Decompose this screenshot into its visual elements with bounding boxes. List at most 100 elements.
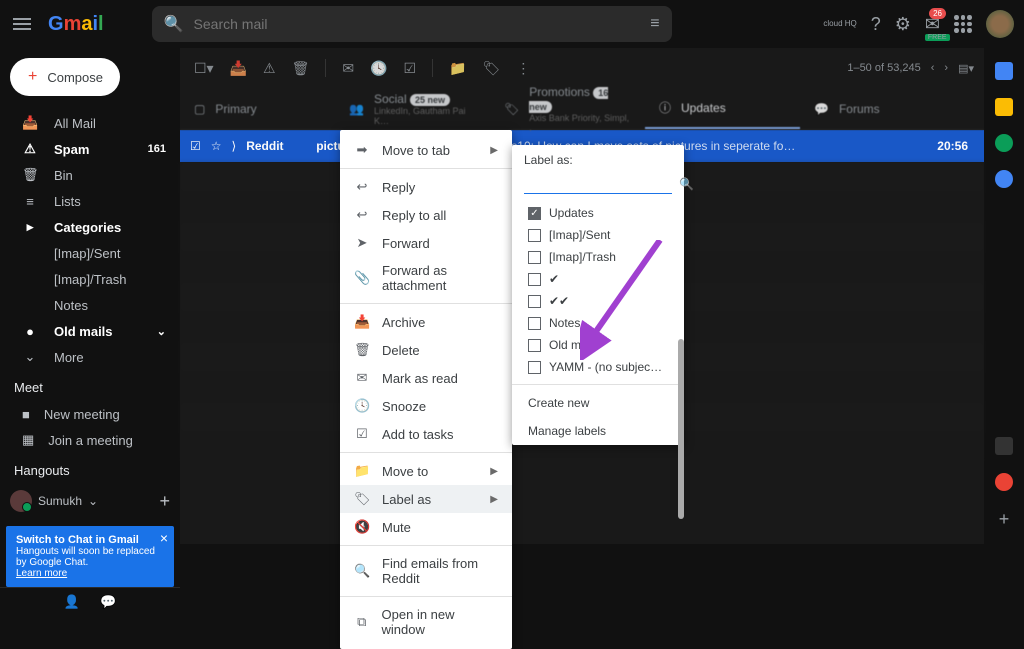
rail-icon-5[interactable] (995, 437, 1013, 455)
density-icon[interactable]: ▤▾ (958, 62, 974, 75)
help-icon[interactable]: ? (871, 14, 881, 35)
context-item[interactable]: 🔇Mute (340, 513, 512, 541)
sidebar-item[interactable]: 📥All Mail (0, 110, 180, 136)
person-icon[interactable]: 👤 (64, 594, 80, 610)
context-item[interactable]: ➡Move to tab▶ (340, 136, 512, 164)
label-icon[interactable]: 🏷 (479, 56, 505, 81)
cloudhq-icon[interactable]: cloud HQ (823, 20, 856, 28)
sidebar-item[interactable]: ≡Lists (0, 188, 180, 214)
label-search-input[interactable] (524, 177, 679, 191)
hangouts-user[interactable]: Sumukh ⌄ + (10, 490, 170, 512)
meet-item[interactable]: ■New meeting (0, 401, 180, 427)
tab[interactable]: 👥Social 25 newLinkedIn, Gautham Pai K… (335, 88, 490, 129)
context-icon: ⧉ (354, 614, 370, 630)
delete-icon[interactable]: 🗑 (288, 56, 314, 81)
checkbox-icon[interactable] (528, 339, 541, 352)
tasks-icon[interactable]: ☑ (400, 56, 421, 81)
context-item[interactable]: 📥Archive (340, 308, 512, 336)
settings-icon[interactable]: ⚙ (895, 14, 911, 35)
create-label[interactable]: Create new (512, 389, 684, 417)
menu-icon[interactable] (10, 12, 34, 36)
context-item[interactable]: ↩Reply (340, 173, 512, 201)
context-item[interactable]: 📁Move to▶ (340, 457, 512, 485)
checkbox-icon[interactable] (528, 317, 541, 330)
calendar-icon[interactable] (995, 62, 1013, 80)
mark-read-icon[interactable]: ✉ (338, 56, 358, 81)
label-item[interactable]: ✔ (512, 268, 684, 290)
scrollbar[interactable] (678, 339, 684, 519)
tab[interactable]: ⓘUpdates (645, 88, 800, 129)
avatar[interactable] (986, 10, 1014, 38)
chat-icon[interactable]: 💬 (100, 594, 116, 610)
rail-icon-6[interactable] (995, 473, 1013, 491)
sender: Reddit (246, 139, 306, 153)
label-item[interactable]: [Imap]/Trash (512, 246, 684, 268)
search-input[interactable] (194, 16, 651, 32)
sidebar-item[interactable]: [Imap]/Trash (0, 266, 180, 292)
context-item[interactable]: 🔍Find emails from Reddit (340, 550, 512, 592)
header: Gmail 🔍 ≡ cloud HQ ? ⚙ ✉26FREE (0, 0, 1024, 48)
contacts-icon[interactable] (995, 170, 1013, 188)
meet-item[interactable]: ▦Join a meeting (0, 427, 180, 453)
context-item[interactable]: 📎Forward as attachment (340, 257, 512, 299)
gmail-logo[interactable]: Gmail (48, 13, 104, 36)
sidebar-item[interactable]: 🗑Bin (0, 162, 180, 188)
more-icon[interactable]: ⋮ (512, 56, 534, 81)
context-item[interactable]: 🗑Delete (340, 336, 512, 364)
banner-title: Switch to Chat in Gmail (16, 534, 139, 546)
hangouts-add[interactable]: + (159, 491, 170, 512)
star-icon[interactable]: ☆ (211, 139, 222, 153)
compose-button[interactable]: + Compose (10, 58, 120, 96)
tab[interactable]: 🏷Promotions 16 newAxis Bank Priority, Si… (490, 88, 645, 129)
notification-icon[interactable]: ✉26FREE (925, 14, 940, 35)
sidebar-item[interactable]: ▸Categories (0, 214, 180, 240)
context-item[interactable]: 🏷Label as▶ (340, 485, 512, 513)
apps-icon[interactable] (954, 15, 972, 33)
select-all[interactable]: ☐▾ (190, 56, 218, 81)
snooze-icon[interactable]: 🕓 (366, 56, 391, 81)
move-icon[interactable]: 📁 (445, 56, 470, 81)
checkbox-icon[interactable] (528, 295, 541, 308)
label-item[interactable]: [Imap]/Sent (512, 224, 684, 246)
checkbox-icon[interactable]: ✓ (528, 207, 541, 220)
checkbox-icon[interactable] (528, 229, 541, 242)
sidebar-item[interactable]: Notes (0, 292, 180, 318)
label-item[interactable]: YAMM - (no subjec… (512, 356, 684, 378)
tab[interactable]: 💬Forums (800, 88, 955, 129)
context-item[interactable]: ☑Add to tasks (340, 420, 512, 448)
context-item[interactable]: 🕓Snooze (340, 392, 512, 420)
sidebar-item[interactable]: ⚠Spam161 (0, 136, 180, 162)
banner-link[interactable]: Learn more (16, 568, 67, 579)
context-item[interactable]: ↩Reply to all (340, 201, 512, 229)
meet-icon: ■ (22, 407, 30, 422)
important-icon[interactable]: ⟩ (232, 139, 237, 153)
label-search[interactable]: 🔍 (524, 175, 672, 194)
nav-label: Spam (54, 142, 89, 157)
sidebar-item[interactable]: [Imap]/Sent (0, 240, 180, 266)
keep-icon[interactable] (995, 98, 1013, 116)
checkbox-icon[interactable] (528, 273, 541, 286)
archive-icon[interactable]: 📥 (226, 56, 251, 81)
label-item[interactable]: Notes (512, 312, 684, 334)
tab[interactable]: ▢Primary (180, 88, 335, 129)
search-bar[interactable]: 🔍 ≡ (152, 6, 672, 42)
label-item[interactable]: ✓Updates (512, 202, 684, 224)
checkbox-icon[interactable] (528, 361, 541, 374)
context-item[interactable]: ➤Forward (340, 229, 512, 257)
label-item[interactable]: ✔✔ (512, 290, 684, 312)
prev-icon[interactable]: ‹ (931, 62, 935, 74)
context-item[interactable]: ✉Mark as read (340, 364, 512, 392)
add-rail-icon[interactable]: + (999, 509, 1010, 530)
chat-banner[interactable]: × Switch to Chat in Gmail Hangouts will … (6, 526, 174, 587)
checkbox-icon[interactable]: ☑ (190, 139, 201, 153)
label-item[interactable]: Old mails (512, 334, 684, 356)
spam-icon[interactable]: ⚠ (259, 56, 280, 81)
context-item[interactable]: ⧉Open in new window (340, 601, 512, 643)
tasks-rail-icon[interactable] (995, 134, 1013, 152)
checkbox-icon[interactable] (528, 251, 541, 264)
tune-icon[interactable]: ≡ (650, 15, 659, 33)
manage-labels[interactable]: Manage labels (512, 417, 684, 445)
sidebar-item[interactable]: ●Old mails⌄ (0, 318, 180, 344)
next-icon[interactable]: › (944, 62, 948, 74)
sidebar-item[interactable]: ⌄More (0, 344, 180, 370)
